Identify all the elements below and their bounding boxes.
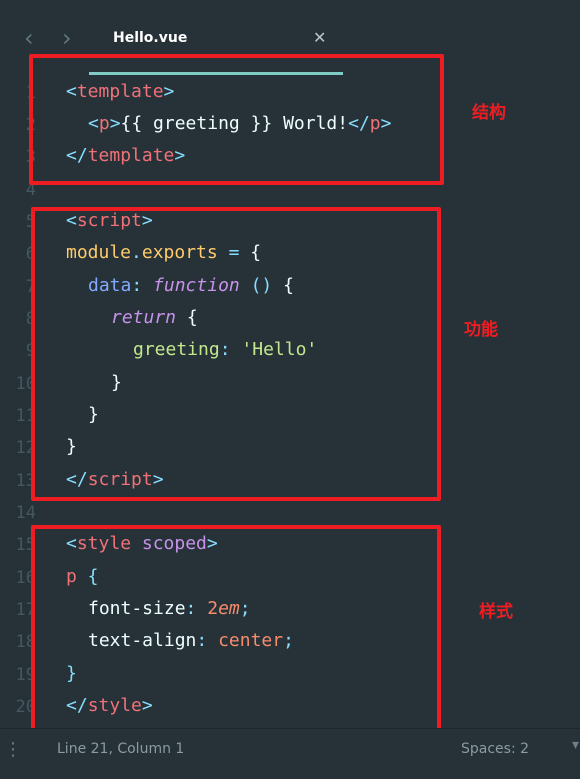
chevron-right-icon[interactable]: › <box>62 26 72 50</box>
annotation-structure: 结构 <box>472 103 506 123</box>
chevron-left-icon[interactable]: ‹ <box>24 26 34 50</box>
template-highlight-box <box>29 54 444 185</box>
indentation-setting[interactable]: Spaces: 2 <box>461 741 529 757</box>
close-icon[interactable]: ✕ <box>313 28 326 47</box>
annotation-style: 样式 <box>479 602 513 622</box>
annotation-function: 功能 <box>464 320 498 340</box>
tab-hello-vue[interactable]: Hello.vue <box>113 30 187 46</box>
cursor-position[interactable]: Line 21, Column 1 <box>57 741 184 757</box>
status-bar: ⋮ Line 21, Column 1 Spaces: 2 ▾ <box>0 728 580 779</box>
chevron-down-icon[interactable]: ▾ <box>572 737 579 753</box>
line-number: 14 <box>15 503 36 523</box>
vertical-dots-icon[interactable]: ⋮ <box>4 739 22 760</box>
script-highlight-box <box>31 207 441 501</box>
style-highlight-box <box>31 525 441 734</box>
